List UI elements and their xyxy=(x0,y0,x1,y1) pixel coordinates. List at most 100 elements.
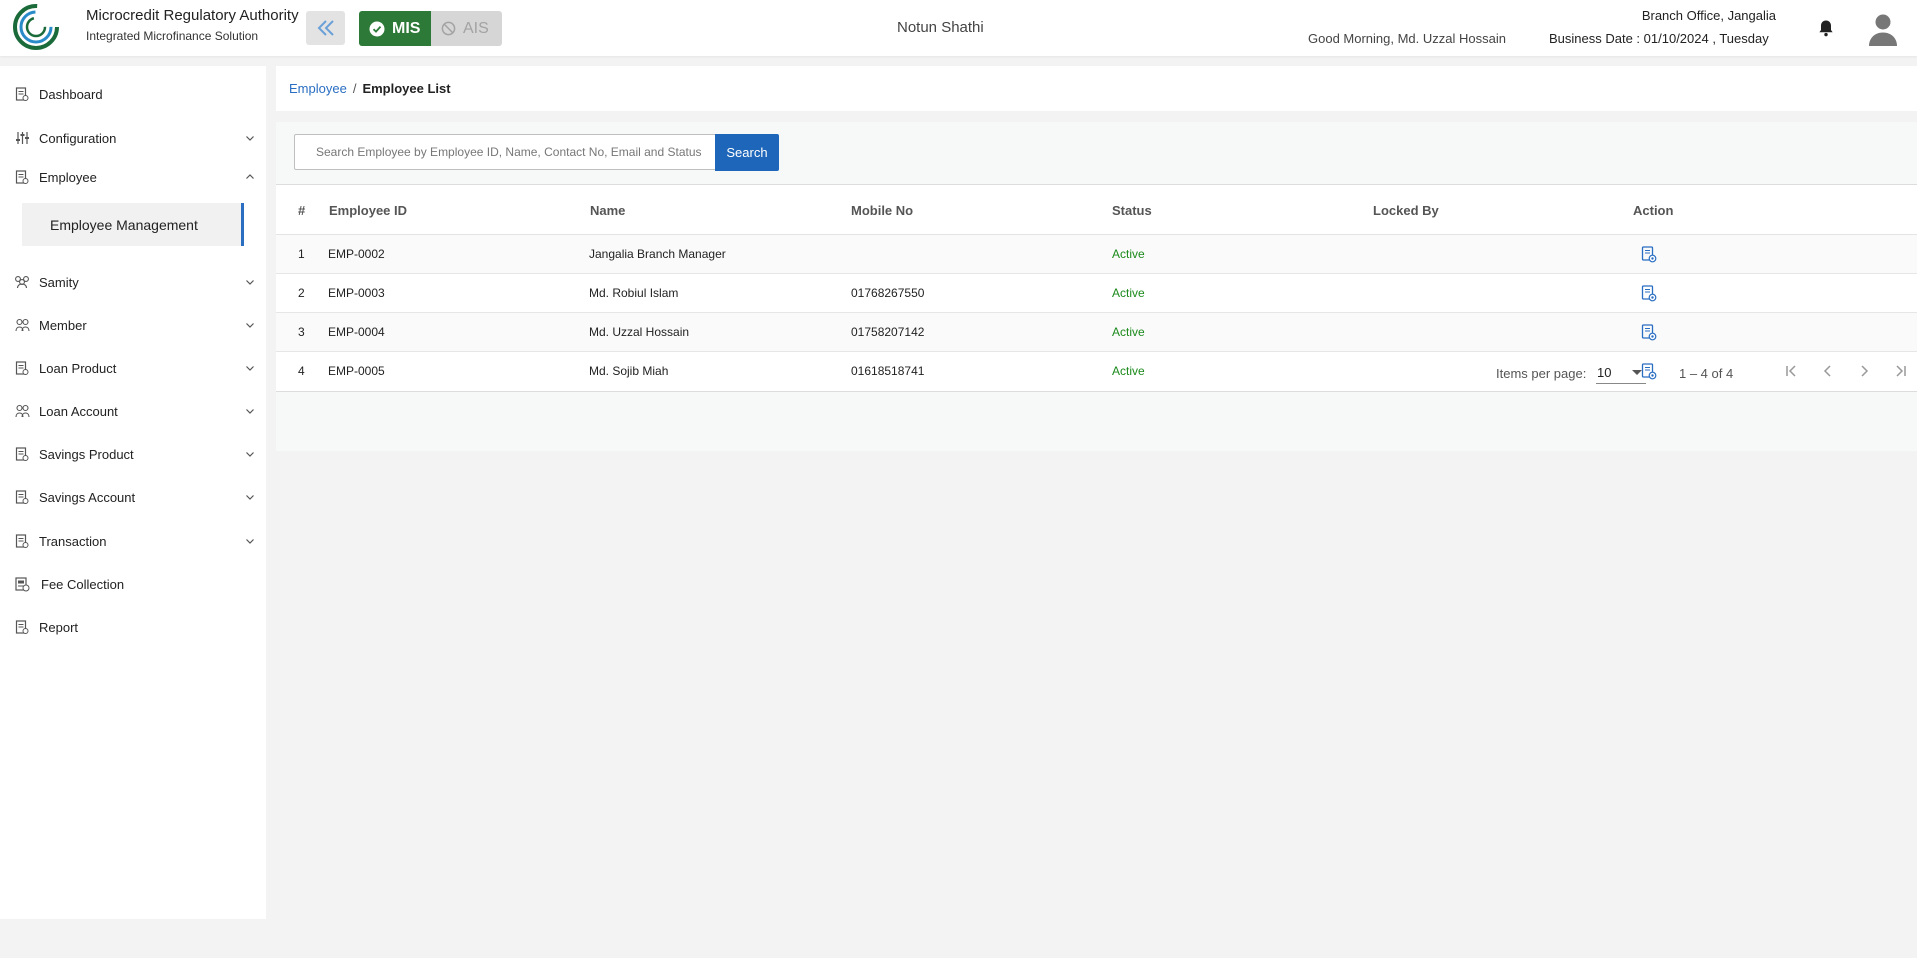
sidebar-item-label: Savings Product xyxy=(39,446,134,462)
first-page-icon xyxy=(1786,365,1796,377)
sidebar: Dashboard Configuration Employee Employe… xyxy=(0,66,266,919)
view-document-icon[interactable] xyxy=(1641,285,1657,302)
column-header-mobile-no[interactable]: Mobile No xyxy=(851,203,913,218)
next-page-button[interactable] xyxy=(1854,361,1874,381)
page-range-label: 1 – 4 of 4 xyxy=(1679,366,1734,381)
receipt-icon xyxy=(14,576,30,592)
sidebar-item-employee[interactable]: Employee xyxy=(0,162,266,192)
breadcrumb-current: Employee List xyxy=(362,81,451,96)
sidebar-item-dashboard[interactable]: Dashboard xyxy=(0,79,266,109)
document-icon xyxy=(14,533,30,549)
sidebar-item-member[interactable]: Member xyxy=(0,310,266,340)
breadcrumb-link-employee[interactable]: Employee xyxy=(289,81,347,96)
chevron-down-icon xyxy=(246,323,254,328)
branch-name: Branch Office, Jangalia xyxy=(1641,8,1776,23)
cell-status: Active xyxy=(1112,286,1145,300)
chevron-left-icon xyxy=(1823,365,1831,377)
document-icon xyxy=(14,446,30,462)
sidebar-item-loan-account[interactable]: Loan Account xyxy=(0,396,266,426)
chevron-down-icon xyxy=(246,539,254,544)
block-icon xyxy=(441,21,456,36)
sidebar-item-configuration[interactable]: Configuration xyxy=(0,123,266,153)
people-icon xyxy=(14,403,30,419)
sidebar-item-samity[interactable]: Samity xyxy=(0,267,266,297)
notifications-button[interactable] xyxy=(1816,18,1836,38)
sidebar-item-label: Employee xyxy=(39,169,97,185)
sidebar-item-label: Fee Collection xyxy=(41,576,125,592)
items-per-page-select[interactable]: 10 xyxy=(1596,360,1646,384)
breadcrumb-separator: / xyxy=(352,81,357,96)
cell-employee-id: EMP-0002 xyxy=(328,247,385,261)
search-field xyxy=(294,134,716,170)
table-header: # Employee ID Name Mobile No Status Lock… xyxy=(276,185,1917,235)
mis-mode-label: MIS xyxy=(392,19,421,37)
column-header-number: # xyxy=(298,203,306,218)
cell-number: 1 xyxy=(298,247,305,261)
chevron-down-icon xyxy=(246,452,254,457)
first-page-button[interactable] xyxy=(1782,361,1802,381)
double-chevron-left-icon xyxy=(317,20,334,36)
cell-employee-id: EMP-0004 xyxy=(328,325,385,339)
paginator: Items per page: 10 1 – 4 of 4 xyxy=(276,351,1917,395)
sliders-icon xyxy=(14,130,30,146)
cell-status: Active xyxy=(1112,247,1145,261)
ais-mode-label: AIS xyxy=(463,19,489,37)
last-page-icon xyxy=(1896,365,1906,377)
sidebar-item-savings-account[interactable]: Savings Account xyxy=(0,482,266,512)
user-avatar[interactable] xyxy=(1866,11,1900,47)
sidebar-item-label: Configuration xyxy=(39,130,117,146)
chevron-down-icon xyxy=(246,409,254,414)
employee-list-card: Search # Employee ID Name Mobile No Stat… xyxy=(276,122,1917,451)
last-page-button[interactable] xyxy=(1890,361,1910,381)
chevron-down-icon xyxy=(246,495,254,500)
table-row: 2 EMP-0003 Md. Robiul Islam 01768267550 … xyxy=(276,274,1917,313)
sidebar-item-label: Loan Product xyxy=(39,360,117,376)
sidebar-item-savings-product[interactable]: Savings Product xyxy=(0,439,266,469)
table-row: 1 EMP-0002 Jangalia Branch Manager Activ… xyxy=(276,235,1917,274)
table-row: 3 EMP-0004 Md. Uzzal Hossain 01758207142… xyxy=(276,313,1917,352)
sidebar-item-label: Samity xyxy=(39,274,79,290)
sidebar-item-transaction[interactable]: Transaction xyxy=(0,526,266,556)
organization-name: Notun Shathi xyxy=(897,19,984,36)
chevron-down-icon xyxy=(246,366,254,371)
document-icon xyxy=(14,489,30,505)
column-header-locked-by[interactable]: Locked By xyxy=(1373,203,1439,218)
brand-title: Microcredit Regulatory Authority xyxy=(86,7,299,24)
column-header-employee-id[interactable]: Employee ID xyxy=(329,203,407,218)
dropdown-caret-icon xyxy=(1632,370,1642,375)
document-icon xyxy=(14,619,30,635)
ais-mode-button[interactable]: AIS xyxy=(431,11,502,46)
previous-page-button[interactable] xyxy=(1818,361,1838,381)
search-input[interactable] xyxy=(295,135,715,169)
bell-icon xyxy=(1819,20,1833,37)
brand-subtitle: Integrated Microfinance Solution xyxy=(86,29,259,43)
collapse-sidebar-button[interactable] xyxy=(306,11,345,45)
view-document-icon[interactable] xyxy=(1641,324,1657,341)
people-icon xyxy=(14,317,30,333)
sidebar-item-label: Report xyxy=(39,619,79,635)
search-button[interactable]: Search xyxy=(715,134,779,171)
chevron-down-icon xyxy=(246,280,254,285)
sidebar-item-loan-product[interactable]: Loan Product xyxy=(0,353,266,383)
cell-mobile: 01768267550 xyxy=(851,286,925,300)
cell-number: 2 xyxy=(298,286,305,300)
column-header-name[interactable]: Name xyxy=(590,203,625,218)
user-avatar-icon xyxy=(1869,14,1897,46)
mra-logo xyxy=(12,4,74,50)
breadcrumb: Employee / Employee List xyxy=(276,66,1917,111)
sidebar-item-label: Dashboard xyxy=(39,86,103,102)
cell-number: 3 xyxy=(298,325,305,339)
column-header-action: Action xyxy=(1633,203,1674,218)
document-icon xyxy=(14,360,30,376)
column-header-status[interactable]: Status xyxy=(1112,203,1152,218)
sidebar-subitem-employee-management[interactable]: Employee Management xyxy=(22,203,244,246)
sidebar-item-label: Loan Account xyxy=(39,403,118,419)
view-document-icon[interactable] xyxy=(1641,246,1657,263)
sidebar-item-report[interactable]: Report xyxy=(0,612,266,642)
greeting-text: Good Morning, Md. Uzzal Hossain xyxy=(1308,31,1506,46)
group-icon xyxy=(14,274,30,290)
sidebar-item-fee-collection[interactable]: Fee Collection xyxy=(0,569,266,599)
items-per-page-label: Items per page: xyxy=(1496,366,1587,381)
mis-mode-button[interactable]: MIS xyxy=(359,11,431,46)
cell-mobile: 01758207142 xyxy=(851,325,925,339)
